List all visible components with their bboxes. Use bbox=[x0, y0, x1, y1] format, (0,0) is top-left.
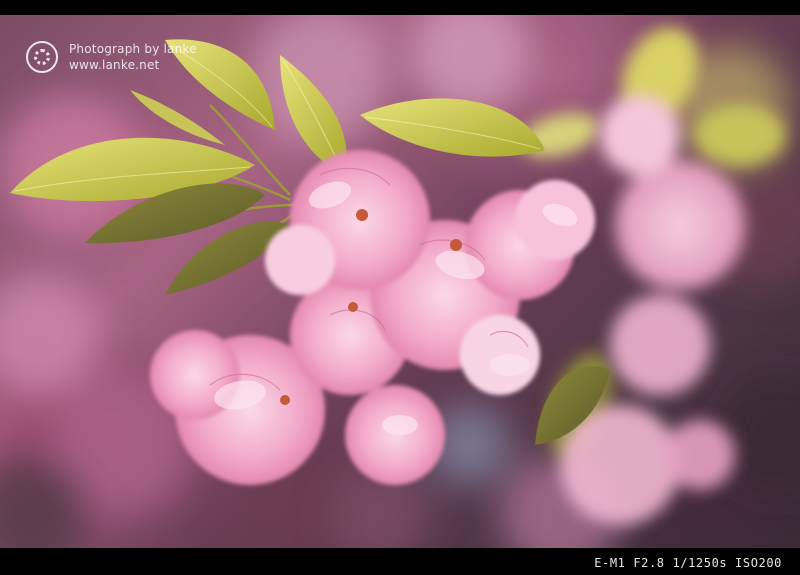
watermark-credit: Photograph by lanke bbox=[69, 42, 197, 56]
photo-frame: Photograph by lanke www.lanke.net E-M1 F… bbox=[0, 0, 800, 575]
watermark-url: www.lanke.net bbox=[69, 58, 160, 72]
photo-scene bbox=[0, 15, 800, 548]
watermark: Photograph by lanke www.lanke.net bbox=[26, 37, 197, 77]
cherry-blossom-photo: Photograph by lanke www.lanke.net bbox=[0, 15, 800, 548]
aperture-logo-icon bbox=[26, 41, 58, 73]
watermark-text: Photograph by lanke www.lanke.net bbox=[69, 41, 197, 73]
exif-info: E-M1 F2.8 1/1250s ISO200 bbox=[594, 556, 782, 570]
